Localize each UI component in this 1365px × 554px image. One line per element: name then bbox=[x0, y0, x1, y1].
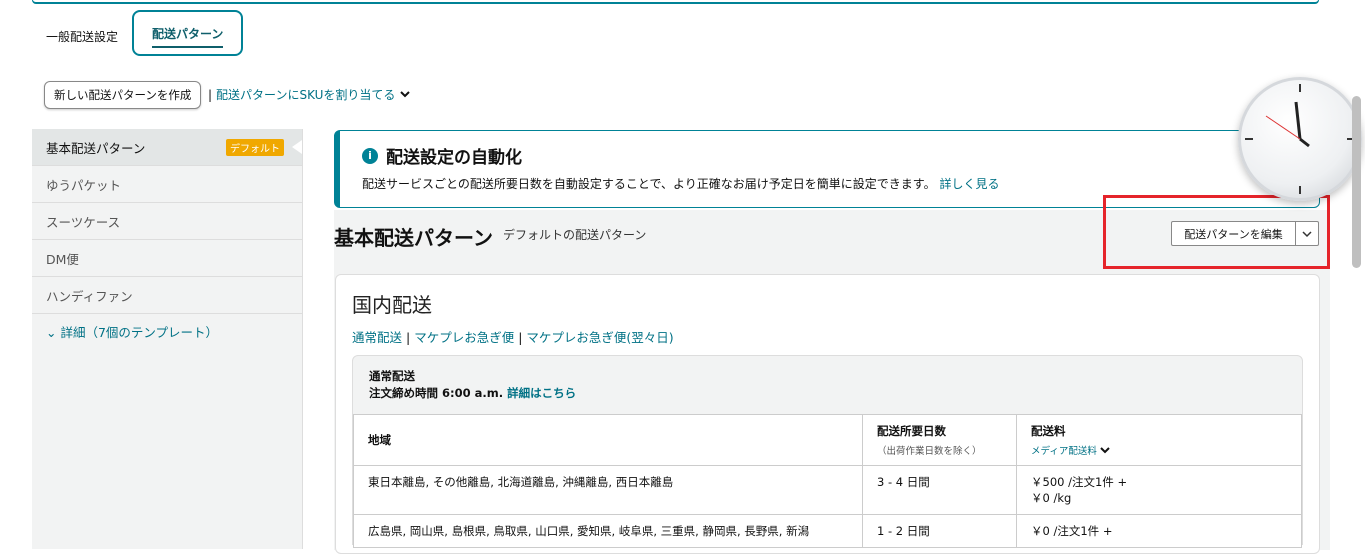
standard-shipping-section: 通常配送 注文締め時間 6:00 a.m. 詳細はこちら 地域 配送所要日数 （… bbox=[352, 355, 1303, 548]
info-description: 配送サービスごとの配送所要日数を自動設定することで、より正確なお届け予定日を簡単… bbox=[362, 177, 936, 191]
info-title-text: 配送設定の自動化 bbox=[386, 148, 522, 168]
region-header: 地域 bbox=[353, 414, 863, 466]
details-link[interactable]: 詳細はこちら bbox=[507, 386, 576, 400]
info-icon: i bbox=[362, 147, 378, 164]
transit-header: 配送所要日数 （出荷作業日数を除く） bbox=[862, 414, 1017, 466]
fee-type-label: メディア配送料 bbox=[1031, 446, 1097, 457]
cutoff-text: 注文締め時間 6:00 a.m. bbox=[369, 386, 504, 400]
clock-icon bbox=[1245, 84, 1355, 194]
link-expedited-shipping[interactable]: マケプレお急ぎ便 bbox=[414, 330, 514, 345]
shipping-section-header: 通常配送 注文締め時間 6:00 a.m. 詳細はこちら bbox=[369, 368, 576, 402]
table-row: 東日本離島, その他離島, 北海道離島, 沖縄離島, 西日本離島 3 - 4 日… bbox=[353, 465, 1302, 515]
region-cell: 東日本離島, その他離島, 北海道離島, 沖縄離島, 西日本離島 bbox=[353, 465, 863, 515]
tab-general-shipping-settings[interactable]: 一般配送設定 bbox=[32, 16, 132, 56]
shipping-rate-table: 地域 配送所要日数 （出荷作業日数を除く） 配送料 メディア配送料 東日本離島,… bbox=[353, 414, 1302, 548]
default-badge: デフォルト bbox=[226, 139, 284, 156]
selected-arrow-icon bbox=[292, 140, 302, 154]
sidebar-item-dm[interactable]: DM便 bbox=[32, 240, 302, 277]
info-title: i 配送設定の自動化 bbox=[362, 143, 522, 168]
clock-widget[interactable] bbox=[1238, 77, 1362, 201]
highlight-annotation-box bbox=[1103, 195, 1330, 269]
assign-sku-link[interactable]: 配送パターンにSKUを割り当てる bbox=[216, 86, 395, 103]
sidebar-item-label: ハンディファン bbox=[46, 288, 133, 304]
sidebar-item-label: スーツケース bbox=[46, 214, 121, 230]
fee-cell: ￥0 /注文1件 + bbox=[1016, 514, 1302, 548]
sidebar-item-handy-fan[interactable]: ハンディファン bbox=[32, 277, 302, 314]
pattern-sidebar: 基本配送パターン デフォルト ゆうパケット スーツケース DM便 ハンディファン… bbox=[32, 129, 303, 549]
pattern-title: 基本配送パターン bbox=[334, 226, 493, 250]
link-standard-shipping[interactable]: 通常配送 bbox=[352, 330, 402, 345]
tab-bar: 一般配送設定 配送パターン bbox=[32, 8, 244, 56]
domestic-title: 国内配送 bbox=[352, 293, 432, 317]
separator: | bbox=[518, 330, 523, 345]
info-text: 配送サービスごとの配送所要日数を自動設定することで、より正確なお届け予定日を簡単… bbox=[362, 175, 999, 192]
sidebar-item-basic-pattern[interactable]: 基本配送パターン デフォルト bbox=[32, 129, 302, 166]
region-cell: 広島県, 岡山県, 島根県, 鳥取県, 山口県, 愛知県, 岐阜県, 三重県, … bbox=[353, 514, 863, 548]
chevron-down-icon bbox=[1100, 447, 1110, 454]
fee-per-order: ￥0 /注文1件 + bbox=[1031, 524, 1113, 538]
fee-cell: ￥500 /注文1件 + ￥0 /kg bbox=[1016, 465, 1302, 515]
table-row: 広島県, 岡山県, 島根県, 鳥取県, 山口県, 愛知県, 岐阜県, 三重県, … bbox=[353, 514, 1302, 548]
chevron-down-icon: ⌄ bbox=[46, 325, 57, 340]
sidebar-item-suitcase[interactable]: スーツケース bbox=[32, 203, 302, 240]
shipping-section-title: 通常配送 bbox=[369, 369, 415, 383]
fee-per-kg: ￥0 /kg bbox=[1031, 491, 1072, 505]
fee-header: 配送料 メディア配送料 bbox=[1016, 414, 1302, 466]
transit-header-note: （出荷作業日数を除く） bbox=[877, 446, 982, 457]
pattern-header: 基本配送パターン デフォルトの配送パターン bbox=[334, 222, 646, 251]
link-expedited-two-day[interactable]: マケプレお急ぎ便(翌々日) bbox=[526, 330, 673, 345]
pattern-subtitle: デフォルトの配送パターン bbox=[503, 228, 647, 242]
sidebar-item-label: ゆうパケット bbox=[46, 177, 122, 193]
sidebar-more-link[interactable]: ⌄ 詳細（7個のテンプレート） bbox=[32, 314, 302, 349]
cutoff-line: 注文締め時間 6:00 a.m. 詳細はこちら bbox=[369, 385, 576, 402]
domestic-shipping-card: 国内配送 通常配送 | マケプレお急ぎ便 | マケプレお急ぎ便(翌々日) 通常配… bbox=[335, 274, 1320, 554]
transit-days-cell: 1 - 2 日間 bbox=[862, 514, 1017, 548]
separator: | bbox=[406, 330, 411, 345]
transit-days-cell: 3 - 4 日間 bbox=[862, 465, 1017, 515]
fee-header-label: 配送料 bbox=[1031, 424, 1066, 438]
sidebar-item-label: DM便 bbox=[46, 251, 79, 267]
separator: | bbox=[208, 87, 213, 102]
fee-per-order: ￥500 /注文1件 + bbox=[1031, 475, 1128, 489]
chevron-down-icon[interactable] bbox=[399, 90, 411, 100]
table-header-row: 地域 配送所要日数 （出荷作業日数を除く） 配送料 メディア配送料 bbox=[353, 414, 1302, 466]
sidebar-item-label: 基本配送パターン bbox=[46, 140, 146, 156]
learn-more-link[interactable]: 詳しく見る bbox=[939, 177, 999, 191]
fee-type-dropdown[interactable]: メディア配送料 bbox=[1031, 443, 1287, 457]
assign-sku-menu[interactable]: | 配送パターンにSKUを割り当てる bbox=[208, 86, 411, 103]
more-templates-label: 詳細（7個のテンプレート） bbox=[60, 325, 219, 340]
create-pattern-button[interactable]: 新しい配送パターンを作成 bbox=[44, 81, 202, 109]
transit-header-label: 配送所要日数 bbox=[877, 424, 946, 438]
top-panel-border bbox=[32, 0, 1319, 4]
page-scrollbar[interactable] bbox=[1352, 96, 1361, 268]
sidebar-item-yu-packet[interactable]: ゆうパケット bbox=[32, 166, 302, 203]
shipping-type-links: 通常配送 | マケプレお急ぎ便 | マケプレお急ぎ便(翌々日) bbox=[352, 327, 674, 346]
tab-shipping-patterns[interactable]: 配送パターン bbox=[132, 10, 244, 56]
